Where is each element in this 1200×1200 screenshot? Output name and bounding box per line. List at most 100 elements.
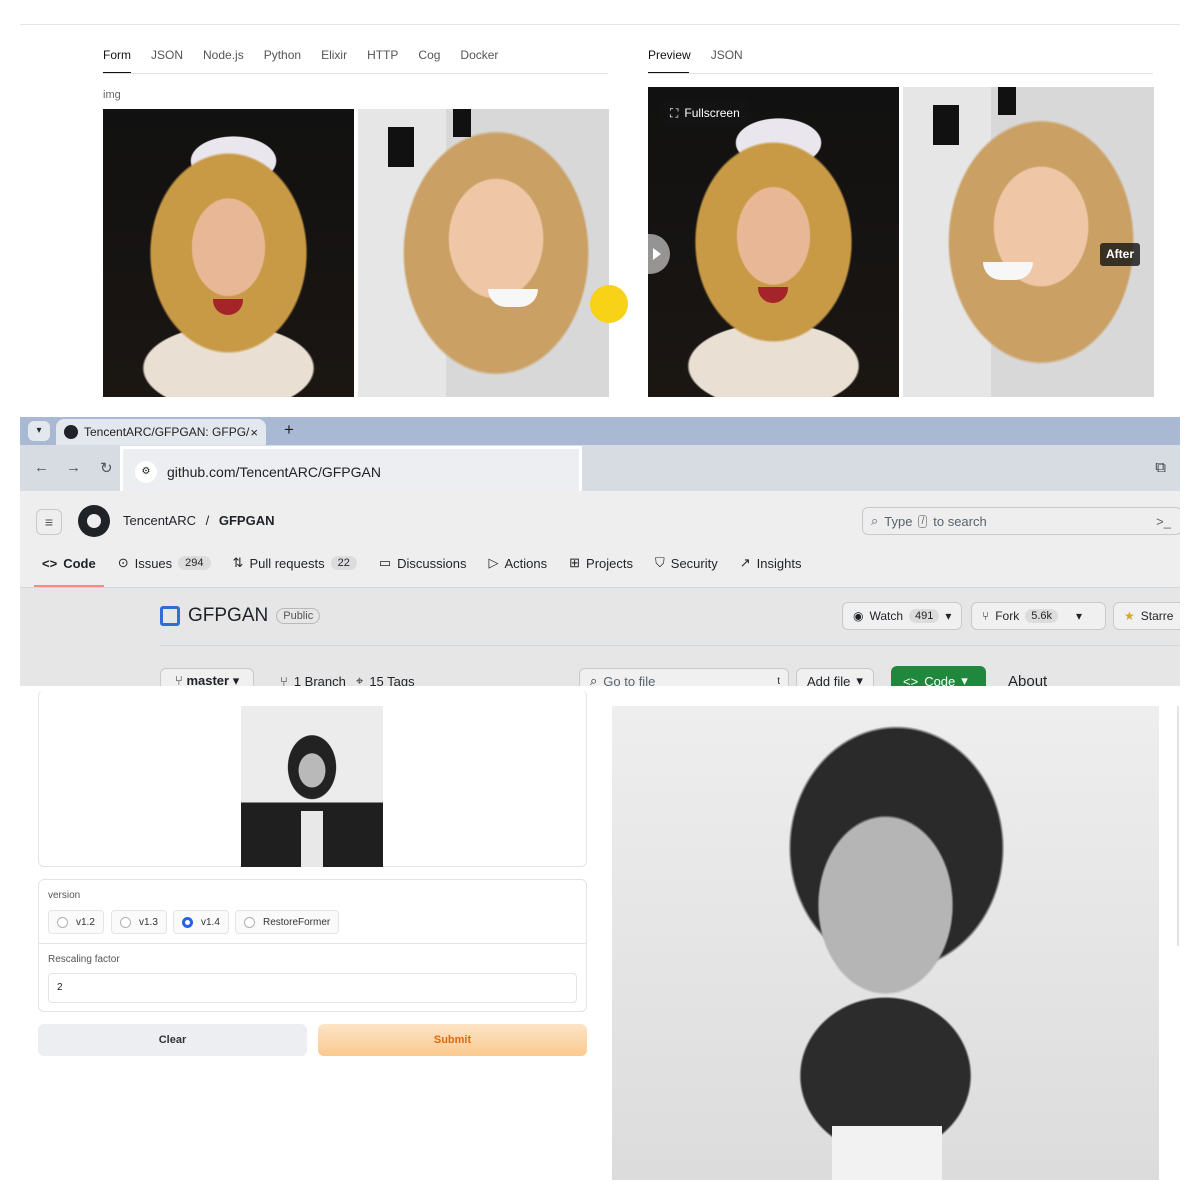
tab-form[interactable]: Form <box>103 48 131 62</box>
scrollbar[interactable] <box>1177 706 1179 946</box>
search-prefix: Type <box>884 513 913 529</box>
close-icon[interactable]: × <box>250 425 258 440</box>
table-icon: ⊞ <box>569 555 581 570</box>
tab-pull-requests[interactable]: ⇅ Pull requests 22 <box>233 555 357 571</box>
new-tab-button[interactable]: + <box>284 420 294 440</box>
tag-icon: ⌖ <box>356 673 364 686</box>
tab-docker[interactable]: Docker <box>460 48 498 62</box>
browser-tab[interactable]: TencentARC/GFPGAN: GFPG/ × <box>56 419 266 445</box>
issues-count: 294 <box>178 556 211 570</box>
graph-icon: ↗ <box>739 555 751 570</box>
tab-label: Projects <box>586 555 634 571</box>
tab-output-json[interactable]: JSON <box>711 48 743 62</box>
branches-link[interactable]: ⑂ 1 Branch <box>280 668 346 687</box>
radio-restoreformer[interactable]: RestoreFormer <box>235 910 340 934</box>
breadcrumb-separator: / <box>205 513 210 528</box>
command-palette-icon[interactable]: >_ <box>1156 514 1171 529</box>
add-file-button[interactable]: Add file ▾ <box>796 668 874 686</box>
tab-label: Issues <box>134 555 173 571</box>
tags-link[interactable]: ⌖ 15 Tags <box>356 668 415 686</box>
search-suffix: to search <box>933 513 987 529</box>
fullscreen-label: Fullscreen <box>684 106 740 120</box>
repo-name[interactable]: GFPGAN <box>188 605 268 627</box>
version-label: version <box>48 890 81 901</box>
tab-label: Discussions <box>397 555 467 571</box>
tab-nodejs[interactable]: Node.js <box>203 48 244 62</box>
input-image-lincoln[interactable] <box>241 706 383 867</box>
search-input[interactable]: ⌕ Type / to search >_ <box>862 507 1180 535</box>
goto-file-placeholder: Go to file <box>603 673 656 687</box>
fork-button[interactable]: ⑂ Fork 5.6k ▾ <box>971 602 1106 630</box>
chevron-down-icon: ▾ <box>856 673 863 686</box>
star-button[interactable]: ★ Starre <box>1113 602 1180 630</box>
browser-panel: ▾ TencentARC/GFPGAN: GFPG/ × + ← → ↻ ⧉ ⚙… <box>20 417 1180 686</box>
tab-http[interactable]: HTTP <box>367 48 398 62</box>
back-icon[interactable]: ← <box>34 459 49 476</box>
tabs-divider <box>103 73 608 74</box>
tab-security[interactable]: ⛉ Security <box>655 555 718 571</box>
tabs-divider <box>648 73 1153 74</box>
chevron-down-icon: ▾ <box>1076 609 1083 623</box>
tab-projects[interactable]: ⊞ Projects <box>569 555 633 571</box>
gradio-panel: version v1.2 v1.3 v1.4 RestoreFormer Res… <box>0 690 1200 1200</box>
branches-count: 1 Branch <box>293 673 346 687</box>
goto-file-input[interactable]: ⌕ Go to file t <box>579 668 789 686</box>
visibility-badge: Public <box>276 608 321 624</box>
tab-actions[interactable]: ▷ Actions <box>489 555 548 571</box>
branch-selector[interactable]: ⑂ master ▾ <box>160 668 255 686</box>
issue-icon: ⊙ <box>117 555 129 570</box>
repo-link[interactable]: GFPGAN <box>219 513 275 528</box>
site-info-icon[interactable]: ⚙ <box>135 460 157 483</box>
tab-json[interactable]: JSON <box>151 48 183 62</box>
rescale-input[interactable]: 2 <box>48 973 577 1003</box>
repo-header: GFPGAN Public ◉ Watch 491 ▾ ⑂ Fork 5.6k … <box>20 588 1180 686</box>
radio-label: v1.2 <box>76 916 95 928</box>
reload-icon[interactable]: ↻ <box>100 459 113 477</box>
input-image-card <box>38 690 587 867</box>
radio-v1-4[interactable]: v1.4 <box>173 910 229 934</box>
owner-link[interactable]: TencentARC <box>123 513 196 528</box>
code-button[interactable]: <> Code ▾ <box>891 666 986 686</box>
repo-avatar-icon <box>160 606 180 626</box>
tab-label: Actions <box>504 555 548 571</box>
radio-v1-3[interactable]: v1.3 <box>111 910 167 934</box>
pr-count: 22 <box>330 556 357 570</box>
tab-issues[interactable]: ⊙ Issues 294 <box>118 555 211 571</box>
discussion-icon: ▭ <box>378 555 392 570</box>
tab-preview[interactable]: Preview <box>648 48 691 62</box>
output-tabs: Preview JSON <box>648 48 763 62</box>
chevron-down-icon: ▾ <box>961 673 968 686</box>
tab-python[interactable]: Python <box>264 48 301 62</box>
address-bar[interactable]: ⚙ github.com/TencentARC/GFPGAN <box>122 448 580 495</box>
header-divider <box>160 645 1180 646</box>
github-favicon-icon <box>64 425 78 439</box>
tab-discussions[interactable]: ▭ Discussions <box>379 555 467 571</box>
fullscreen-button[interactable]: ⛶ Fullscreen <box>661 101 749 125</box>
repo-nav: <> Code ⊙ Issues 294 ⇅ Pull requests 22 ▭ Disc… <box>42 555 823 571</box>
radio-dot <box>244 916 255 928</box>
watch-button[interactable]: ◉ Watch 491 ▾ <box>842 602 963 630</box>
star-icon: ★ <box>1124 609 1135 623</box>
shield-icon: ⛉ <box>655 555 665 570</box>
submit-button[interactable]: Submit <box>318 1024 587 1056</box>
menu-icon[interactable]: ≡ <box>36 509 62 535</box>
branch-icon: ⑂ <box>280 673 288 687</box>
play-icon: ▷ <box>488 555 499 570</box>
tab-cog[interactable]: Cog <box>418 48 440 62</box>
code-label: Code <box>924 673 956 687</box>
tab-insights[interactable]: ↗ Insights <box>740 555 802 571</box>
rescale-label: Rescaling factor <box>48 954 120 965</box>
github-logo-icon[interactable] <box>78 505 110 537</box>
radio-dot <box>57 916 68 928</box>
radio-v1-2[interactable]: v1.2 <box>48 910 104 934</box>
url-text: github.com/TencentARC/GFPGAN <box>167 463 381 480</box>
breadcrumb: TencentARC / GFPGAN <box>123 513 274 528</box>
clear-button[interactable]: Clear <box>38 1024 307 1056</box>
input-image-woman <box>358 109 609 397</box>
forward-icon[interactable]: → <box>66 459 81 476</box>
cast-icon[interactable]: ⧉ <box>1155 459 1166 476</box>
tab-code[interactable]: <> Code <box>42 555 96 571</box>
tab-elixir[interactable]: Elixir <box>321 48 347 62</box>
search-shortcut: / <box>918 514 928 528</box>
tab-search-dropdown[interactable]: ▾ <box>28 421 50 441</box>
